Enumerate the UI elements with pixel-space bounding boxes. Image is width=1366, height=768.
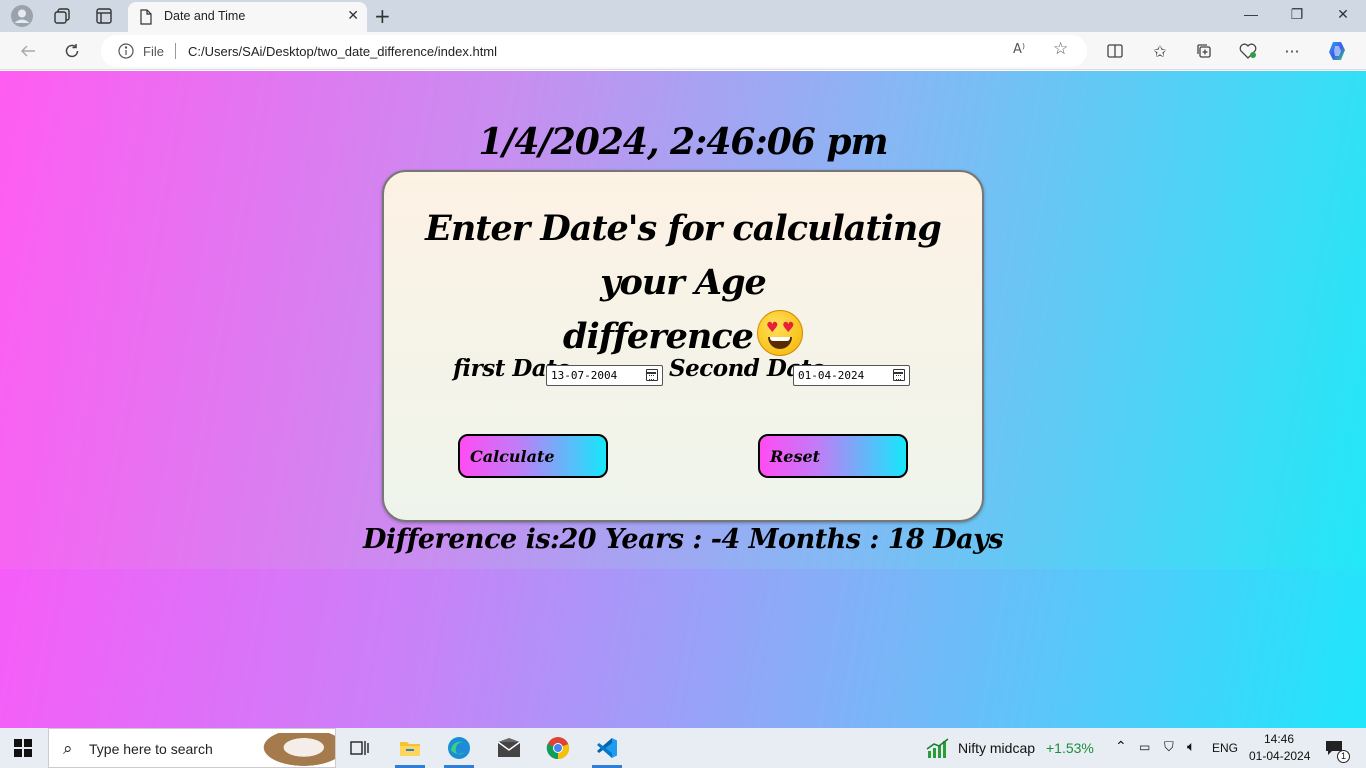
show-hidden-icons-icon[interactable]: ⌃ (1115, 738, 1127, 755)
back-arrow-icon[interactable] (17, 40, 39, 62)
widget-name: Nifty midcap (958, 740, 1036, 756)
heading-line-2: difference (563, 316, 754, 357)
browser-toolbar: File C:/Users/SAi/Desktop/two_date_diffe… (0, 32, 1366, 70)
new-tab-button[interactable]: + (374, 4, 391, 28)
tab-title: Date and Time (164, 9, 246, 23)
taskbar-search-box[interactable]: ⌕ Type here to search (48, 728, 336, 768)
calendar-icon[interactable] (893, 369, 905, 381)
minimize-button[interactable]: — (1236, 6, 1266, 26)
widget-change: +1.53% (1046, 740, 1094, 756)
tab-actions-icon[interactable] (92, 4, 116, 28)
first-date-input[interactable]: 13-07-2004 (546, 365, 663, 386)
windows-start-icon[interactable] (14, 739, 32, 757)
calculate-button[interactable]: Calculate (458, 434, 608, 478)
page-icon (140, 9, 152, 29)
tab-close-icon[interactable]: ✕ (347, 8, 359, 24)
search-icon: ⌕ (63, 739, 73, 759)
windows-taskbar: ⌕ Type here to search Nifty midcap +1.53… (0, 728, 1366, 768)
url-text[interactable]: C:/Users/SAi/Desktop/two_date_difference… (188, 44, 497, 59)
second-date-value: 01-04-2024 (798, 369, 865, 382)
task-view-icon[interactable] (337, 728, 383, 768)
collections-icon[interactable] (1193, 40, 1215, 62)
browser-essentials-icon[interactable] (1237, 40, 1259, 62)
restore-button[interactable]: ❐ (1282, 6, 1312, 26)
search-highlight-image (257, 733, 335, 768)
calendar-icon[interactable] (646, 369, 658, 381)
clock-time[interactable]: 14:46 (1264, 732, 1294, 746)
reset-button[interactable]: Reset (758, 434, 908, 478)
workspaces-icon[interactable] (50, 4, 74, 28)
split-screen-icon[interactable] (1104, 40, 1126, 62)
heart-eyes-emoji-icon: ♥ ♥ (756, 310, 803, 356)
clock-date[interactable]: 01-04-2024 (1249, 749, 1310, 763)
favorite-star-icon[interactable]: ☆ (1053, 39, 1068, 59)
edge-browser-icon[interactable] (436, 728, 482, 768)
browser-tab-bar: Date and Time ✕ + — ❐ ✕ (0, 0, 1366, 32)
meet-now-icon[interactable]: ⛉ (1164, 739, 1174, 755)
address-bar[interactable]: File C:/Users/SAi/Desktop/two_date_diffe… (101, 35, 1087, 67)
stock-chart-icon (926, 737, 950, 763)
body-area: 1/4/2024, 2:46:06 pm Enter Date's for ca… (0, 71, 1366, 569)
notification-count-badge: 1 (1337, 750, 1350, 763)
second-date-input[interactable]: 01-04-2024 (793, 365, 910, 386)
copilot-icon[interactable] (1327, 40, 1349, 62)
refresh-icon[interactable] (61, 40, 83, 62)
site-info-icon[interactable] (118, 43, 134, 63)
profile-avatar-icon[interactable] (10, 4, 34, 28)
chrome-icon[interactable] (535, 728, 581, 768)
page-background: 1/4/2024, 2:46:06 pm Enter Date's for ca… (0, 71, 1366, 728)
language-indicator[interactable]: ENG (1212, 741, 1238, 755)
difference-result: Difference is:20 Years : -4 Months : 18 … (362, 524, 1004, 555)
date-inputs-row: first Date 13-07-2004 Second Date 01-04-… (384, 355, 982, 389)
mail-icon[interactable] (486, 728, 532, 768)
more-options-icon[interactable]: ··· (1281, 40, 1303, 62)
close-window-button[interactable]: ✕ (1328, 6, 1358, 26)
omnibox-divider (175, 43, 176, 59)
tab-date-and-time[interactable]: Date and Time ✕ (128, 2, 367, 32)
file-explorer-icon[interactable] (387, 728, 433, 768)
age-calculator-card: Enter Date's for calculating your Age di… (382, 170, 984, 522)
search-placeholder: Type here to search (89, 741, 213, 757)
vscode-icon[interactable] (584, 728, 630, 768)
live-clock: 1/4/2024, 2:46:06 pm (478, 121, 888, 163)
card-heading: Enter Date's for calculating your Age di… (384, 202, 982, 364)
favorites-icon[interactable]: ✩ (1149, 40, 1171, 62)
heading-line-1: Enter Date's for calculating your Age (425, 208, 942, 303)
volume-icon[interactable]: 🔈︎ (1187, 738, 1195, 755)
read-aloud-icon[interactable]: A⁾ (1013, 42, 1025, 57)
first-date-value: 13-07-2004 (551, 369, 618, 382)
scheme-label: File (143, 44, 164, 59)
battery-icon[interactable]: ▭ (1139, 740, 1150, 754)
